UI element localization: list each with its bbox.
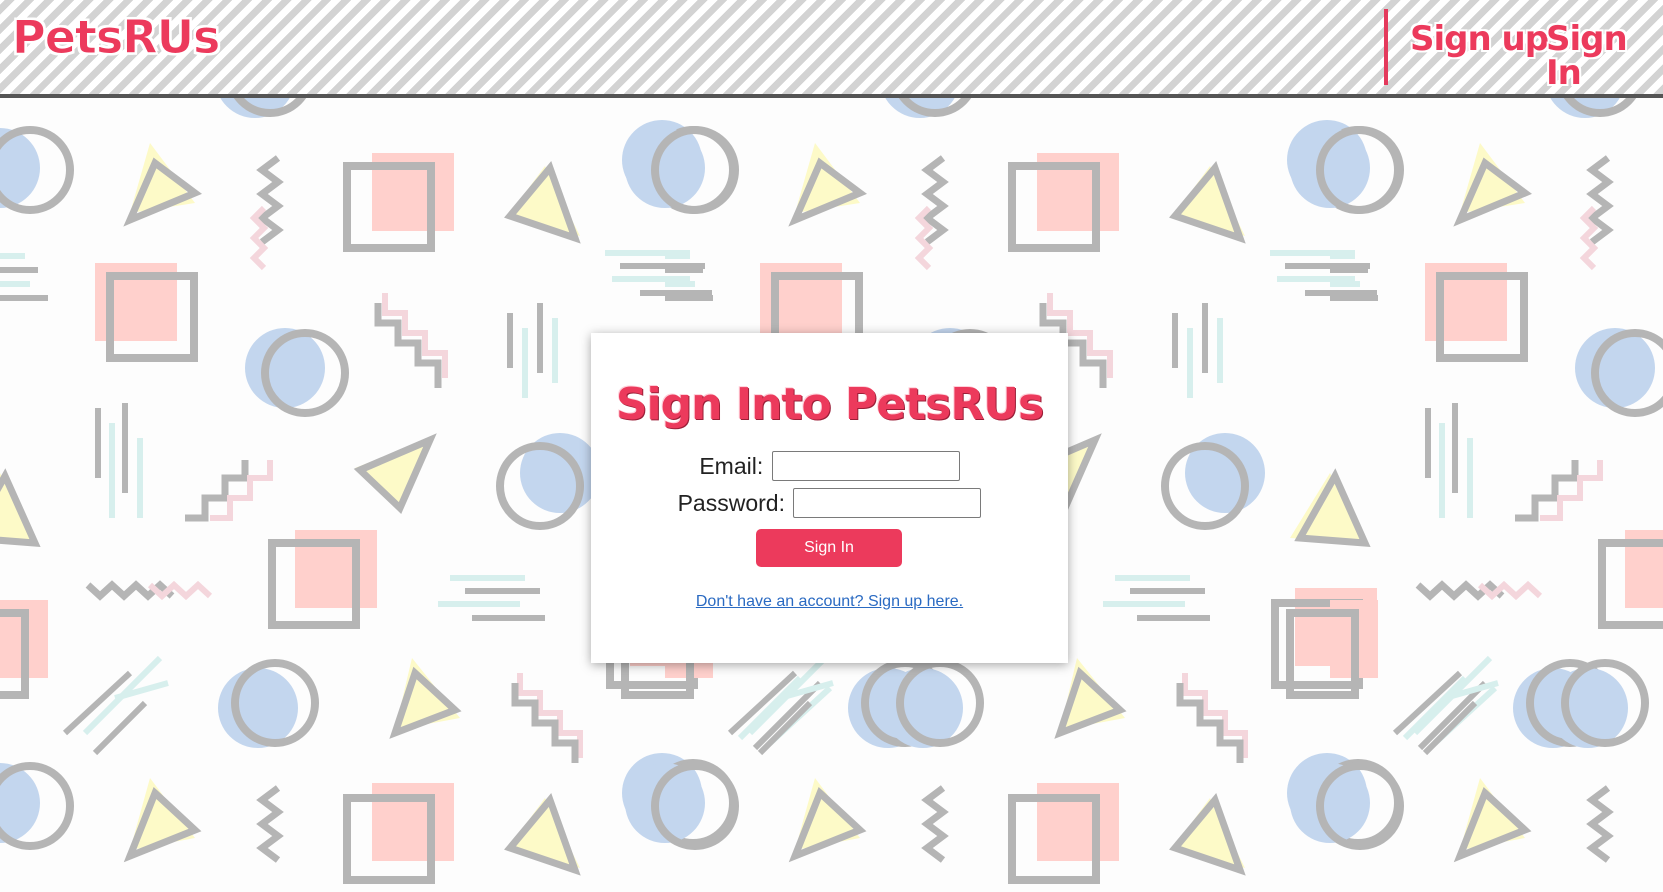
top-navigation-bar: PetsRUs Sign up Sign In [0, 0, 1663, 98]
nav-divider [1384, 9, 1388, 85]
password-row: Password: [591, 488, 1068, 518]
nav-sign-in-link[interactable]: Sign In [1546, 22, 1663, 90]
email-label: Email: [699, 452, 764, 479]
nav-sign-up-link[interactable]: Sign up [1410, 22, 1549, 56]
email-input[interactable] [771, 451, 960, 481]
sign-in-button[interactable]: Sign In [756, 529, 902, 567]
sign-in-card: Sign Into PetsRUs Email: Password: Sign … [591, 333, 1068, 663]
password-label: Password: [677, 489, 785, 516]
sign-up-here-link[interactable]: Don't have an account? Sign up here. [591, 593, 1068, 611]
email-row: Email: [591, 451, 1068, 481]
sign-in-title: Sign Into PetsRUs [615, 379, 1044, 430]
password-input[interactable] [793, 488, 982, 518]
brand-logo[interactable]: PetsRUs [11, 14, 220, 61]
